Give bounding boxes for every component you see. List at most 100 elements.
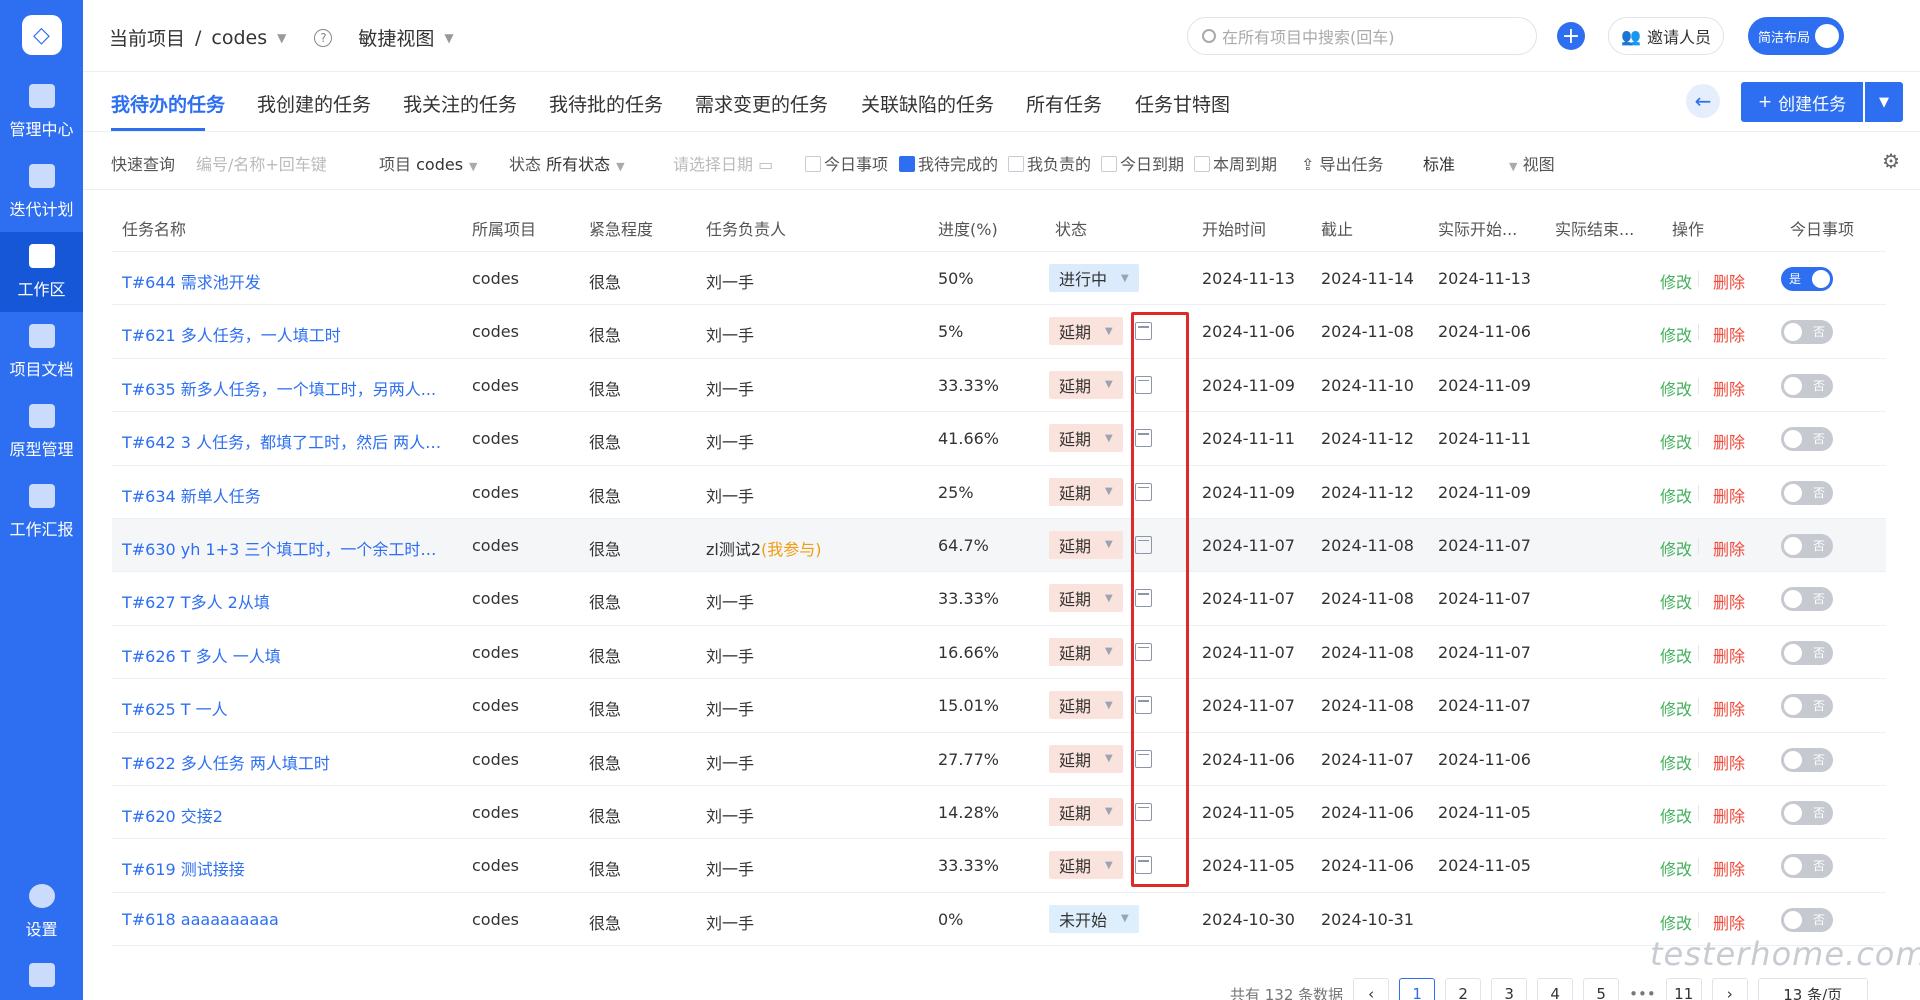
page-1[interactable]: 1 — [1399, 978, 1436, 1000]
today-toggle[interactable]: 否 — [1781, 800, 1833, 825]
sidebar-item-workspace[interactable]: 工作区 — [0, 232, 83, 312]
delete-link[interactable]: 删除 — [1713, 750, 1745, 774]
today-toggle[interactable]: 否 — [1781, 640, 1833, 665]
table-row[interactable]: T#620 交接2 codes 很急 刘一手 14.28% 延期 ▼ 2024-11-05 20… — [112, 786, 1886, 840]
view-selector[interactable]: ▼ 视图 — [1503, 151, 1555, 175]
edit-link[interactable]: 修改 — [1660, 429, 1692, 453]
quick-search-input[interactable]: 编号/名称+回车键 — [196, 151, 327, 175]
sidebar-item-iteration[interactable]: 迭代计划 — [0, 152, 83, 232]
delete-link[interactable]: 删除 — [1713, 589, 1745, 613]
task-name-link[interactable]: T#625 T 一人 — [122, 696, 442, 720]
task-name-link[interactable]: T#618 aaaaaaaaaa — [122, 910, 442, 929]
today-toggle[interactable]: 否 — [1781, 907, 1833, 932]
task-name-link[interactable]: T#619 测试接接 — [122, 856, 442, 880]
delete-link[interactable]: 删除 — [1713, 643, 1745, 667]
today-toggle[interactable]: 否 — [1781, 587, 1833, 612]
status-badge[interactable]: 延期 ▼ — [1049, 851, 1123, 880]
edit-link[interactable]: 修改 — [1660, 910, 1692, 934]
global-search-input[interactable]: 在所有项目中搜索(回车) — [1187, 17, 1537, 55]
task-name-link[interactable]: T#634 新单人任务 — [122, 483, 442, 507]
table-row[interactable]: T#642 3 人任务，都填了工时，然后 两人 ... codes 很急 刘一手 41.… — [112, 412, 1886, 466]
delete-link[interactable]: 删除 — [1713, 269, 1745, 293]
page-5[interactable]: 5 — [1583, 978, 1620, 1000]
mode-selector[interactable]: 标准 — [1423, 151, 1455, 175]
edit-link[interactable]: 修改 — [1660, 803, 1692, 827]
today-toggle[interactable]: 否 — [1781, 320, 1833, 345]
today-toggle[interactable]: 否 — [1781, 480, 1833, 505]
edit-link[interactable]: 修改 — [1660, 376, 1692, 400]
checkbox-responsible[interactable]: 我负责的 — [1008, 151, 1091, 175]
today-toggle[interactable]: 否 — [1781, 747, 1833, 772]
project-filter[interactable]: 项目 codes ▼ — [379, 151, 478, 175]
delete-link[interactable]: 删除 — [1713, 856, 1745, 880]
status-badge[interactable]: 延期 ▼ — [1049, 370, 1123, 399]
chevron-down-icon[interactable]: ▼ — [277, 31, 286, 45]
task-name-link[interactable]: T#622 多人任务 两人填工时 — [122, 750, 442, 774]
tab-all[interactable]: 所有任务 — [1026, 90, 1102, 117]
table-row[interactable]: T#635 新多人任务，一个填工时，另两人... codes 很急 刘一手 33.33%… — [112, 359, 1886, 413]
delete-link[interactable]: 删除 — [1713, 322, 1745, 346]
table-row[interactable]: T#644 需求池开发 codes 很急 刘一手 50% 进行中 ▼ 2024-11-13 20… — [112, 252, 1886, 306]
create-task-dropdown[interactable]: ▼ — [1865, 82, 1903, 122]
status-badge[interactable]: 进行中 ▼ — [1049, 264, 1139, 292]
task-name-link[interactable]: T#621 多人任务，一人填工时 — [122, 322, 442, 346]
edit-link[interactable]: 修改 — [1660, 589, 1692, 613]
edit-link[interactable]: 修改 — [1660, 696, 1692, 720]
table-row[interactable]: T#619 测试接接 codes 很急 刘一手 33.33% 延期 ▼ 2024-11-05 2… — [112, 839, 1886, 893]
today-toggle[interactable]: 否 — [1781, 854, 1833, 879]
table-row[interactable]: T#625 T 一人 codes 很急 刘一手 15.01% 延期 ▼ 2024-11-07 2… — [112, 679, 1886, 733]
compact-layout-toggle[interactable]: 简洁布局 — [1748, 17, 1844, 55]
status-badge[interactable]: 延期 ▼ — [1049, 797, 1123, 826]
breadcrumb-root[interactable]: 当前项目 — [109, 24, 185, 51]
status-badge[interactable]: 延期 ▼ — [1049, 477, 1123, 506]
tab-approval[interactable]: 我待批的任务 — [549, 90, 663, 117]
date-picker[interactable]: 请选择日期 ▭ — [673, 151, 773, 175]
page-4[interactable]: 4 — [1537, 978, 1574, 1000]
sidebar-item-prototype[interactable]: 原型管理 — [0, 392, 83, 472]
today-toggle[interactable]: 否 — [1781, 533, 1833, 558]
today-toggle[interactable]: 否 — [1781, 373, 1833, 398]
export-button[interactable]: ⇪ 导出任务 — [1301, 151, 1384, 175]
task-name-link[interactable]: T#642 3 人任务，都填了工时，然后 两人 ... — [122, 429, 442, 453]
tab-created[interactable]: 我创建的任务 — [257, 90, 371, 117]
checkbox-due-week[interactable]: 本周到期 — [1194, 151, 1277, 175]
task-name-link[interactable]: T#620 交接2 — [122, 803, 442, 827]
next-page-button[interactable]: › — [1711, 978, 1748, 1000]
invite-button[interactable]: 👥 邀请人员 — [1608, 17, 1724, 55]
status-badge[interactable]: 延期 ▼ — [1049, 744, 1123, 773]
page-11[interactable]: 11 — [1665, 978, 1702, 1000]
today-toggle[interactable]: 否 — [1781, 427, 1833, 452]
edit-link[interactable]: 修改 — [1660, 269, 1692, 293]
delete-link[interactable]: 删除 — [1713, 696, 1745, 720]
delete-link[interactable]: 删除 — [1713, 429, 1745, 453]
quick-add-button[interactable]: + — [1557, 22, 1585, 50]
table-row[interactable]: T#630 yh 1+3 三个填工时，一个余工时为... codes 很急 zl测试2… — [112, 518, 1886, 573]
chevron-down-icon[interactable]: ▼ — [444, 31, 453, 45]
task-name-link[interactable]: T#644 需求池开发 — [122, 269, 442, 293]
edit-link[interactable]: 修改 — [1660, 536, 1692, 560]
prev-page-button[interactable]: ‹ — [1353, 978, 1390, 1000]
edit-link[interactable]: 修改 — [1660, 643, 1692, 667]
table-row[interactable]: T#621 多人任务，一人填工时 codes 很急 刘一手 5% 延期 ▼ 2024-11-0… — [112, 305, 1886, 359]
delete-link[interactable]: 删除 — [1713, 483, 1745, 507]
checkbox-pending[interactable]: 我待完成的 — [899, 151, 998, 175]
task-name-link[interactable]: T#626 T 多人 一人填 — [122, 643, 442, 667]
status-badge[interactable]: 未开始 ▼ — [1049, 904, 1139, 933]
status-badge[interactable]: 延期 ▼ — [1049, 530, 1123, 559]
table-row[interactable]: T#626 T 多人 一人填 codes 很急 刘一手 16.66% 延期 ▼ 2024-11… — [112, 626, 1886, 680]
checkbox-due-today[interactable]: 今日到期 — [1101, 151, 1184, 175]
table-row[interactable]: T#627 T多人 2从填 codes 很急 刘一手 33.33% 延期 ▼ 2024-11-… — [112, 572, 1886, 626]
create-task-button[interactable]: + 创建任务 — [1741, 82, 1863, 122]
delete-link[interactable]: 删除 — [1713, 803, 1745, 827]
table-row[interactable]: T#622 多人任务 两人填工时 codes 很急 刘一手 27.77% 延期 ▼ 2024-… — [112, 733, 1886, 786]
today-toggle[interactable]: 是 — [1781, 267, 1833, 291]
status-filter[interactable]: 状态 所有状态 ▼ — [509, 151, 625, 175]
sidebar-item-admin[interactable]: 管理中心 — [0, 72, 83, 152]
task-name-link[interactable]: T#627 T多人 2从填 — [122, 589, 442, 613]
checkbox-today[interactable]: 今日事项 — [805, 151, 888, 175]
page-3[interactable]: 3 — [1491, 978, 1528, 1000]
page-size-selector[interactable]: 13 条/页 — [1757, 978, 1868, 1000]
tab-linked-bug[interactable]: 关联缺陷的任务 — [861, 90, 994, 117]
project-selector[interactable]: codes — [211, 27, 267, 49]
edit-link[interactable]: 修改 — [1660, 856, 1692, 880]
